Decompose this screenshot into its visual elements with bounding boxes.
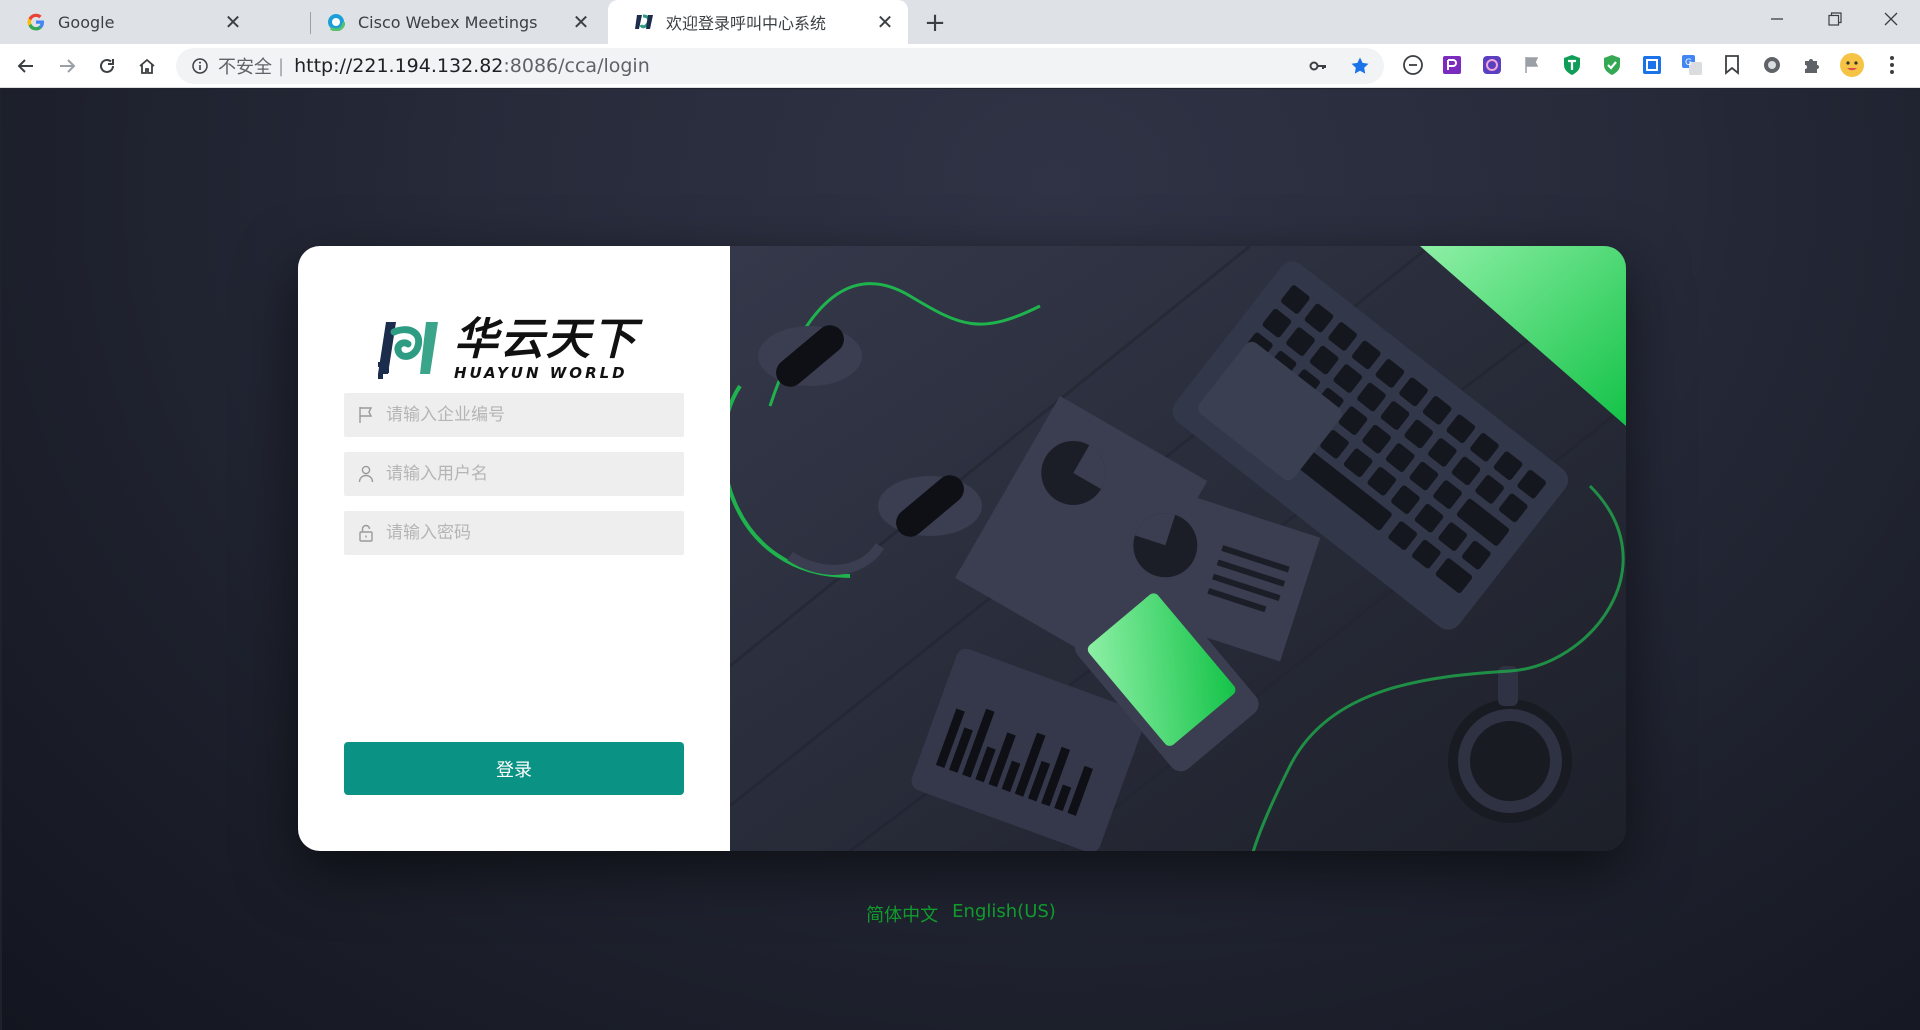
address-bar[interactable]: 不安全 | http://221.194.132.82:8086/cca/log… xyxy=(176,48,1384,84)
flag-icon xyxy=(356,405,376,425)
address-separator: | xyxy=(278,55,285,77)
bookmark-icon[interactable] xyxy=(1717,50,1747,80)
google-icon xyxy=(26,12,46,32)
reload-button[interactable] xyxy=(91,50,123,82)
extension-purple-icon[interactable] xyxy=(1437,50,1467,80)
password-field[interactable] xyxy=(344,511,684,555)
lang-zh-link[interactable]: 简体中文 xyxy=(866,901,938,927)
tab-title: Cisco Webex Meetings xyxy=(358,12,538,32)
login-card: 华云天下 HUAYUN WORLD 请输入企业编号 请输入用户名 登录 xyxy=(298,246,1626,851)
brand-logo: 华云天下 HUAYUN WORLD xyxy=(376,314,652,386)
huayun-icon xyxy=(634,12,654,32)
brand-name-en: HUAYUN WORLD xyxy=(454,364,628,382)
bookmark-star-icon[interactable] xyxy=(1346,52,1374,80)
restore-button[interactable] xyxy=(1806,0,1864,38)
login-form-panel: 华云天下 HUAYUN WORLD 请输入企业编号 请输入用户名 登录 xyxy=(298,246,730,851)
lock-icon xyxy=(356,523,376,543)
flag-icon[interactable] xyxy=(1517,50,1547,80)
tab-login-active[interactable]: 欢迎登录呼叫中心系统 ✕ xyxy=(608,0,908,44)
new-tab-button[interactable]: + xyxy=(920,8,950,38)
username-field[interactable] xyxy=(344,452,684,496)
extension-circle-icon[interactable] xyxy=(1398,50,1428,80)
tab-strip: Google ✕ Cisco Webex Meetings ✕ 欢迎登录呼叫中心… xyxy=(0,0,1920,44)
extension-blue-icon[interactable] xyxy=(1637,50,1667,80)
username-input[interactable] xyxy=(386,464,666,484)
close-tab-icon[interactable]: ✕ xyxy=(874,10,896,34)
language-switcher: 简体中文 English(US) xyxy=(2,901,1920,927)
back-button[interactable] xyxy=(10,50,42,82)
illustration-panel xyxy=(721,246,1626,851)
home-button[interactable] xyxy=(131,50,163,82)
extension-dark-circle-icon[interactable] xyxy=(1757,50,1787,80)
login-page: 华云天下 HUAYUN WORLD 请输入企业编号 请输入用户名 登录 简体中文… xyxy=(2,89,1920,1030)
key-icon[interactable] xyxy=(1304,52,1332,80)
brand-name-cn: 华云天下 xyxy=(454,314,638,365)
url-host: http://221.194.132.82 xyxy=(294,55,504,77)
desk-illustration xyxy=(721,246,1626,851)
translate-icon[interactable]: G xyxy=(1677,50,1707,80)
close-tab-icon[interactable]: ✕ xyxy=(222,10,244,34)
company-id-field[interactable] xyxy=(344,393,684,437)
extension-hex-icon[interactable] xyxy=(1477,50,1507,80)
browser-toolbar: 不安全 | http://221.194.132.82:8086/cca/log… xyxy=(0,44,1920,88)
user-icon xyxy=(356,464,376,484)
tab-title: Google xyxy=(58,12,115,32)
password-input[interactable] xyxy=(386,523,666,543)
close-tab-icon[interactable]: ✕ xyxy=(570,10,592,34)
tab-title: 欢迎登录呼叫中心系统 xyxy=(666,14,827,33)
close-window-button[interactable] xyxy=(1862,0,1920,38)
company-id-input[interactable] xyxy=(386,405,666,425)
webex-icon xyxy=(326,12,346,32)
security-label: 不安全 xyxy=(218,57,272,78)
extensions-puzzle-icon[interactable] xyxy=(1797,50,1827,80)
brand-logo-mark xyxy=(378,322,438,379)
url-text[interactable]: http://221.194.132.82:8086/cca/login xyxy=(294,55,650,77)
svg-text:G: G xyxy=(1685,58,1692,68)
minimize-button[interactable] xyxy=(1748,0,1806,38)
tab-webex[interactable]: Cisco Webex Meetings ✕ xyxy=(300,0,604,44)
login-button[interactable]: 登录 xyxy=(344,742,684,795)
shield-check-icon[interactable] xyxy=(1597,50,1627,80)
profile-avatar-icon[interactable] xyxy=(1837,50,1867,80)
url-path: :8086/cca/login xyxy=(503,55,650,77)
shield-t-icon[interactable] xyxy=(1557,50,1587,80)
tab-google[interactable]: Google ✕ xyxy=(0,0,256,44)
forward-button[interactable] xyxy=(51,50,83,82)
menu-kebab-icon[interactable] xyxy=(1877,50,1907,80)
lang-en-link[interactable]: English(US) xyxy=(952,901,1056,927)
info-icon[interactable] xyxy=(190,56,210,76)
